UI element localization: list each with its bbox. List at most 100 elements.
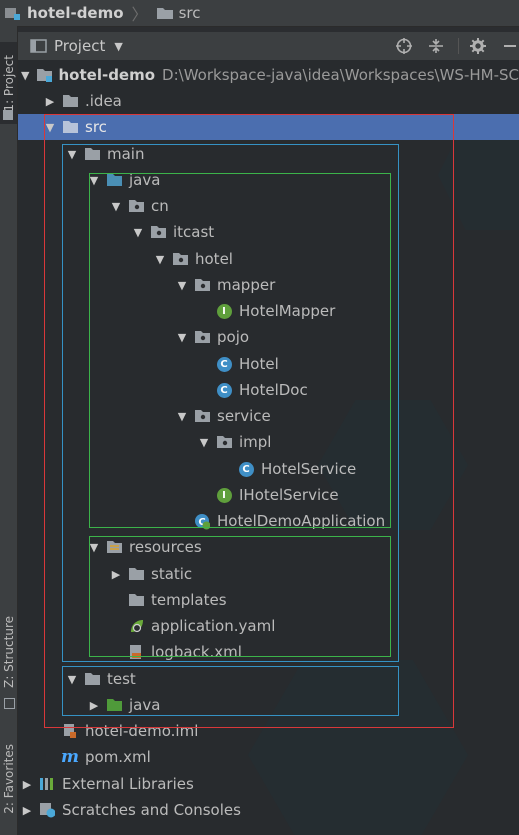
tree-item-java[interactable]: ▼ java — [18, 167, 519, 193]
tree-item-label: IHotelService — [239, 486, 339, 504]
tree-item-label: java — [129, 171, 161, 189]
tree-item-label: static — [151, 565, 193, 583]
chevron-right-icon[interactable]: ▶ — [44, 95, 56, 108]
tree-item-hotel[interactable]: ▼ hotel — [18, 246, 519, 272]
package-icon — [150, 225, 166, 239]
chevron-down-icon[interactable]: ▼ — [88, 174, 100, 187]
tree-item-label: HotelService — [261, 460, 357, 478]
tree-item-label: cn — [151, 197, 169, 215]
chevron-down-icon[interactable]: ▼ — [66, 148, 78, 161]
xml-file-icon — [128, 645, 144, 659]
chevron-down-icon[interactable]: ▼ — [114, 40, 122, 53]
chevron-down-icon[interactable]: ▼ — [198, 436, 210, 449]
tree-item-label: External Libraries — [62, 775, 194, 793]
tree-item-static[interactable]: ▶ static — [18, 561, 519, 587]
tree-item-resources[interactable]: ▼ resources — [18, 534, 519, 560]
package-icon — [172, 252, 188, 266]
chevron-down-icon[interactable]: ▼ — [88, 541, 100, 554]
source-folder-icon — [106, 173, 122, 187]
tree-item-label: HotelDemoApplication — [217, 512, 386, 530]
folder-icon — [128, 593, 144, 607]
gear-icon[interactable] — [468, 36, 488, 56]
chevron-down-icon[interactable]: ▼ — [176, 279, 188, 292]
chevron-down-icon[interactable]: ▼ — [44, 121, 56, 134]
tree-item-pom[interactable]: m pom.xml — [18, 744, 519, 770]
package-icon — [194, 330, 210, 344]
chevron-down-icon[interactable]: ▼ — [176, 331, 188, 344]
chevron-right-icon[interactable]: ▶ — [110, 568, 122, 581]
tree-item-mapper[interactable]: ▼ mapper — [18, 272, 519, 298]
tree-item-hotel-class[interactable]: C Hotel — [18, 351, 519, 377]
locate-icon[interactable] — [394, 36, 414, 56]
tree-item-impl[interactable]: ▼ impl — [18, 429, 519, 455]
tree-item-label: mapper — [217, 276, 276, 294]
tree-item-itcast[interactable]: ▼ itcast — [18, 219, 519, 245]
tree-item-label: impl — [239, 433, 272, 451]
tree-item-label: main — [107, 145, 145, 163]
folder-icon — [62, 94, 78, 108]
project-view-title[interactable]: Project — [54, 37, 105, 55]
tree-item-label: java — [129, 696, 161, 714]
tree-item-label: logback.xml — [151, 643, 242, 661]
chevron-down-icon[interactable]: ▼ — [110, 200, 122, 213]
tree-item-label: itcast — [173, 223, 215, 241]
chevron-down-icon[interactable]: ▼ — [66, 673, 78, 686]
tree-item-hotel-demo[interactable]: ▼ hotel-demo D:\Workspace-java\idea\Work… — [18, 62, 519, 88]
spring-config-icon — [128, 619, 144, 633]
tree-item-label: Scratches and Consoles — [62, 801, 241, 819]
folder-icon — [128, 567, 144, 581]
chevron-down-icon[interactable]: ▼ — [176, 410, 188, 423]
tree-item-hotel-demo-application[interactable]: C HotelDemoApplication — [18, 508, 519, 534]
iml-file-icon — [62, 724, 78, 738]
chevron-down-icon[interactable]: ▼ — [21, 69, 30, 82]
hide-panel-icon[interactable] — [500, 36, 519, 56]
tree-item-logback[interactable]: logback.xml — [18, 639, 519, 665]
tree-item-external-libraries[interactable]: ▶ External Libraries — [18, 771, 519, 797]
tree-item-hotel-doc[interactable]: C HotelDoc — [18, 377, 519, 403]
structure-tab-icon — [4, 698, 15, 709]
breadcrumb: hotel-demo 〉 src — [0, 0, 519, 27]
tree-item-main[interactable]: ▼ main — [18, 141, 519, 167]
class-icon: C — [216, 382, 232, 398]
chevron-right-icon[interactable]: ▶ — [21, 778, 33, 791]
package-icon — [216, 435, 232, 449]
tree-item-label: pom.xml — [85, 748, 151, 766]
chevron-right-icon[interactable]: ▶ — [21, 804, 33, 817]
tree-item-service[interactable]: ▼ service — [18, 403, 519, 429]
maven-icon: m — [61, 747, 79, 767]
tree-item-hotel-service[interactable]: C HotelService — [18, 456, 519, 482]
folder-icon — [84, 147, 100, 161]
tab-favorites[interactable]: 2: Favorites — [0, 742, 17, 816]
tab-structure[interactable]: Z: Structure — [0, 616, 17, 688]
package-icon — [128, 199, 144, 213]
tree-item-label: hotel-demo.iml — [85, 722, 199, 740]
folder-icon — [84, 672, 100, 686]
tree-item-idea[interactable]: ▶ .idea — [18, 88, 519, 114]
tree-item-label: HotelDoc — [239, 381, 308, 399]
tree-item-ihotel-service[interactable]: I IHotelService — [18, 482, 519, 508]
library-icon — [39, 777, 55, 791]
tree-item-iml[interactable]: hotel-demo.iml — [18, 718, 519, 744]
collapse-all-icon[interactable] — [426, 36, 446, 56]
interface-icon: I — [216, 303, 232, 319]
class-icon: C — [216, 356, 232, 372]
tree-item-test[interactable]: ▼ test — [18, 666, 519, 692]
tree-item-label: application.yaml — [151, 617, 276, 635]
tree-item-scratches[interactable]: ▶ Scratches and Consoles — [18, 797, 519, 823]
tree-item-cn[interactable]: ▼ cn — [18, 193, 519, 219]
tree-item-test-java[interactable]: ▶ java — [18, 692, 519, 718]
tree-item-application-yaml[interactable]: application.yaml — [18, 613, 519, 639]
breadcrumb-project[interactable]: hotel-demo — [4, 4, 124, 22]
chevron-down-icon[interactable]: ▼ — [154, 253, 166, 266]
folder-icon — [62, 120, 78, 134]
project-tab-icon — [3, 110, 13, 120]
breadcrumb-src[interactable]: src — [156, 4, 200, 22]
tree-item-src[interactable]: ▼ src — [18, 114, 519, 140]
tree-item-hotel-mapper[interactable]: I HotelMapper — [18, 298, 519, 324]
left-tool-strip: 1: Project Z: Structure 2: Favorites — [0, 26, 18, 835]
tree-item-templates[interactable]: templates — [18, 587, 519, 613]
tree-item-pojo[interactable]: ▼ pojo — [18, 324, 519, 350]
chevron-down-icon[interactable]: ▼ — [132, 226, 144, 239]
scratches-icon — [39, 803, 55, 818]
chevron-right-icon[interactable]: ▶ — [88, 699, 100, 712]
